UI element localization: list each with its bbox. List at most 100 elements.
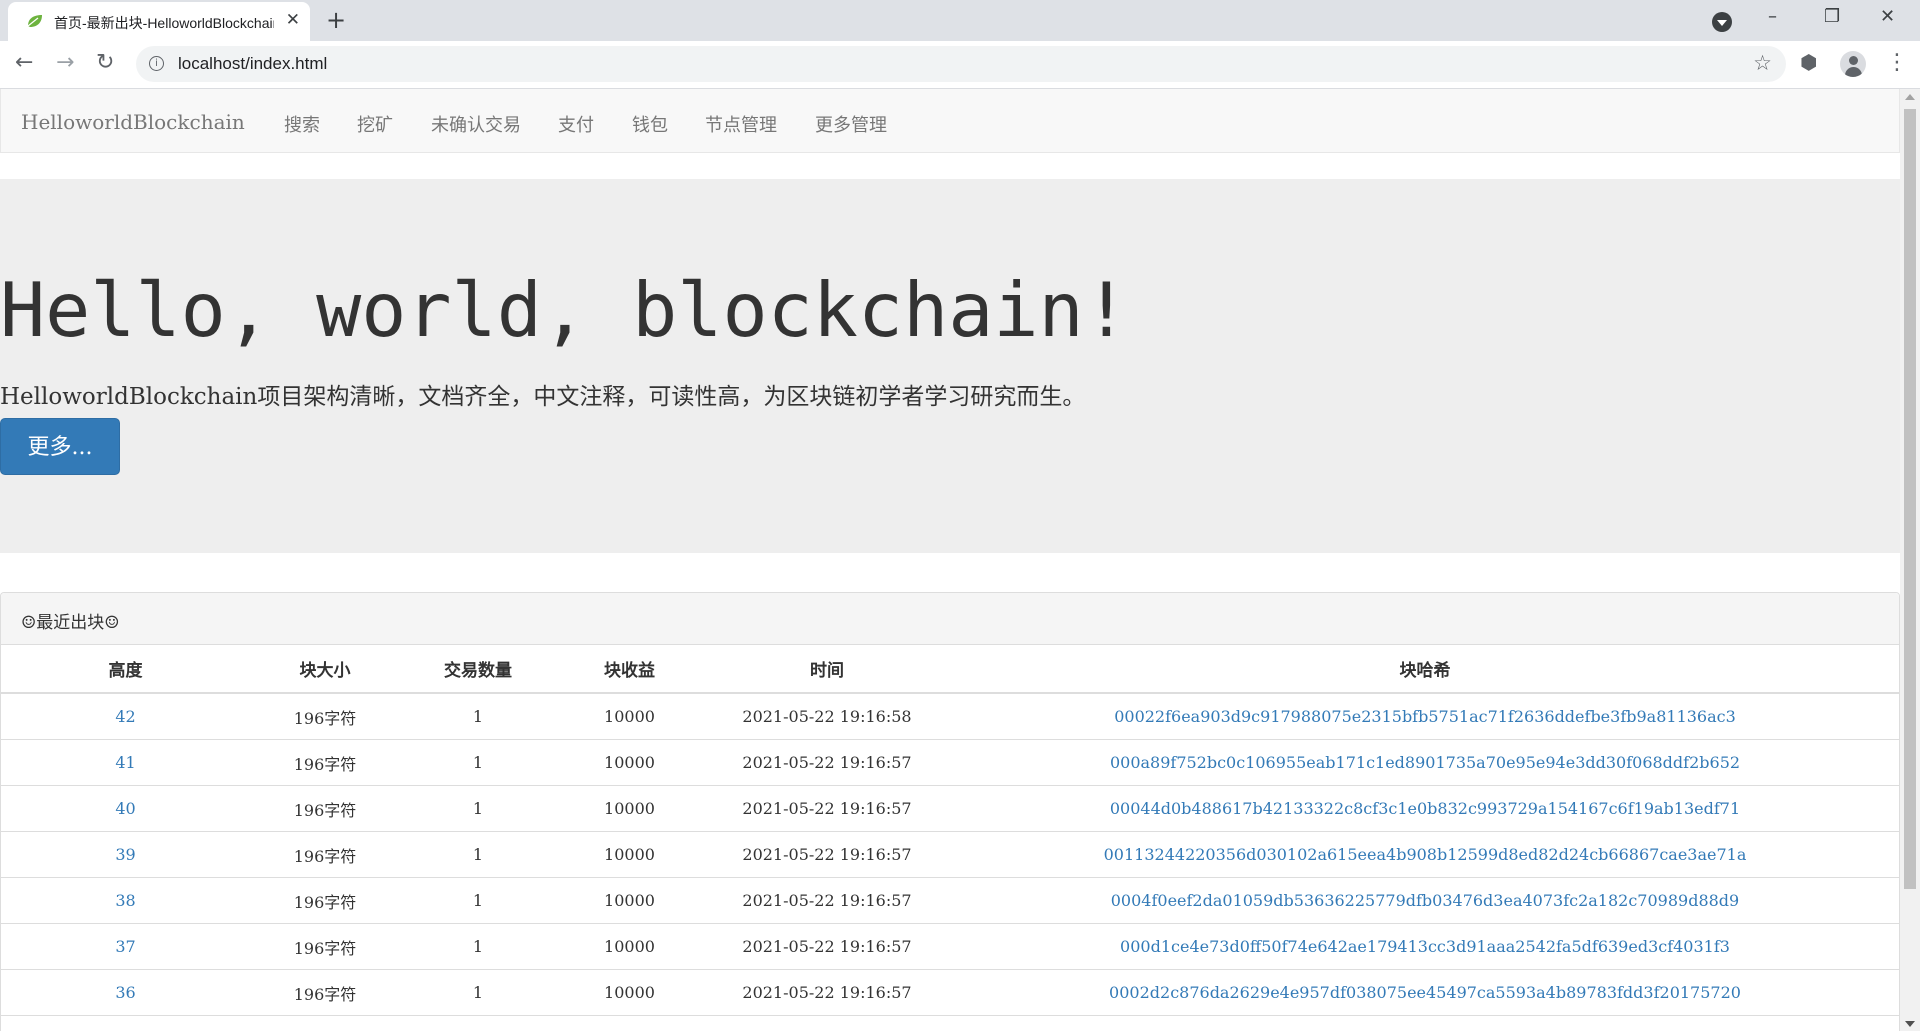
table-row: 38 196字符 1 10000 2021-05-22 19:16:57 000… xyxy=(1,877,1899,924)
bookmark-star-icon[interactable]: ☆ xyxy=(1753,51,1772,75)
block-time: 2021-05-22 19:16:57 xyxy=(703,785,951,832)
tx-count: 1 xyxy=(400,693,556,740)
block-time: 2021-05-22 19:16:57 xyxy=(703,739,951,786)
page-scrollbar[interactable] xyxy=(1900,89,1920,1031)
block-hash-link[interactable]: 0004f0eef2da01059db53636225779dfb03476d3… xyxy=(951,877,1899,924)
address-bar[interactable]: i localhost/index.html ☆ xyxy=(136,46,1786,82)
block-height-link[interactable]: 35 xyxy=(1,1015,250,1031)
navbar-brand[interactable]: HelloworldBlockchain xyxy=(21,110,245,134)
block-height-link[interactable]: 37 xyxy=(1,923,250,970)
block-time: 2021-05-22 19:16:58 xyxy=(703,693,951,740)
hero-title: Hello, world, blockchain! xyxy=(0,266,1129,354)
block-hash-link[interactable]: 00022f6ea903d9c917988075e2315bfb5751ac71… xyxy=(951,693,1899,740)
block-hash-link[interactable]: 00044d0b488617b42133322c8cf3c1e0b832c993… xyxy=(951,785,1899,832)
more-button[interactable]: 更多... xyxy=(0,418,120,475)
column-header-size[interactable]: 块大小 xyxy=(250,645,400,694)
block-size: 196字符 xyxy=(250,1015,400,1031)
column-header-time[interactable]: 时间 xyxy=(703,645,951,694)
browser-tab-strip: 首页-最新出块-HelloworldBlockchain ✕ + – ❐ ✕ xyxy=(0,0,1920,41)
nav-item-payment[interactable]: 支付 xyxy=(558,111,594,137)
block-reward: 10000 xyxy=(556,739,703,786)
block-reward: 10000 xyxy=(556,1015,703,1031)
table-row: 37 196字符 1 10000 2021-05-22 19:16:57 000… xyxy=(1,923,1899,970)
block-height-link[interactable]: 40 xyxy=(1,785,250,832)
url-text[interactable]: localhost/index.html xyxy=(178,54,327,74)
page-viewport: HelloworldBlockchain 搜索 挖矿 未确认交易 支付 钱包 节… xyxy=(0,89,1900,1031)
block-height-link[interactable]: 36 xyxy=(1,969,250,1016)
jumbotron: Hello, world, blockchain! HelloworldBloc… xyxy=(0,179,1900,553)
block-hash-link[interactable]: 0002d2c876da2629e4e957df038075ee45497ca5… xyxy=(951,969,1899,1016)
table-row: 39 196字符 1 10000 2021-05-22 19:16:57 001… xyxy=(1,831,1899,878)
spring-leaf-icon xyxy=(27,15,42,27)
browser-toolbar: ← → ↻ i localhost/index.html ☆ ⬢ ⋮ xyxy=(0,41,1920,89)
table-row: 41 196字符 1 10000 2021-05-22 19:16:57 000… xyxy=(1,739,1899,786)
block-size: 196字符 xyxy=(250,923,400,970)
extensions-icon[interactable]: ⬢ xyxy=(1800,50,1817,74)
tx-count: 1 xyxy=(400,831,556,878)
block-reward: 10000 xyxy=(556,785,703,832)
block-hash-link[interactable]: 00113244220356d030102a615eea4b908b12599d… xyxy=(951,831,1899,878)
tx-count: 1 xyxy=(400,877,556,924)
tx-count: 1 xyxy=(400,739,556,786)
block-height-link[interactable]: 41 xyxy=(1,739,250,786)
scrollbar-thumb[interactable] xyxy=(1904,109,1916,889)
table-row: 36 196字符 1 10000 2021-05-22 19:16:57 000… xyxy=(1,969,1899,1016)
block-reward: 10000 xyxy=(556,969,703,1016)
table-row: 40 196字符 1 10000 2021-05-22 19:16:57 000… xyxy=(1,785,1899,832)
restore-icon[interactable]: ❐ xyxy=(1824,6,1840,27)
nav-item-node-management[interactable]: 节点管理 xyxy=(705,111,777,137)
tx-count: 1 xyxy=(400,785,556,832)
scroll-up-arrow-icon[interactable] xyxy=(1905,94,1915,100)
block-size: 196字符 xyxy=(250,693,400,740)
column-header-reward[interactable]: 块收益 xyxy=(556,645,703,694)
hero-subtitle: HelloworldBlockchain项目架构清晰，文档齐全，中文注释，可读性… xyxy=(0,384,1086,410)
profile-avatar-icon[interactable] xyxy=(1840,51,1866,77)
block-hash-link[interactable]: 000d1ce4e73d0ff50f74e642ae179413cc3d91aa… xyxy=(951,923,1899,970)
back-icon[interactable]: ← xyxy=(15,50,33,75)
column-header-tx-count[interactable]: 交易数量 xyxy=(400,645,556,694)
block-time: 2021-05-22 19:16:57 xyxy=(703,923,951,970)
close-tab-icon[interactable]: ✕ xyxy=(286,10,300,30)
block-reward: 10000 xyxy=(556,877,703,924)
browser-tab[interactable]: 首页-最新出块-HelloworldBlockchain ✕ xyxy=(8,2,310,41)
tx-count: 1 xyxy=(400,969,556,1016)
panel-title: ☺最近出块☺ xyxy=(21,613,120,633)
new-tab-icon[interactable]: + xyxy=(326,6,346,34)
block-height-link[interactable]: 38 xyxy=(1,877,250,924)
table-row: 42 196字符 1 10000 2021-05-22 19:16:58 000… xyxy=(1,693,1899,740)
tab-search-icon[interactable] xyxy=(1712,12,1732,32)
tx-count: 1 xyxy=(400,923,556,970)
nav-item-search[interactable]: 搜索 xyxy=(284,111,320,137)
block-reward: 10000 xyxy=(556,923,703,970)
block-height-link[interactable]: 39 xyxy=(1,831,250,878)
block-time: 2021-05-22 19:16:57 xyxy=(703,1015,951,1031)
browser-menu-icon[interactable]: ⋮ xyxy=(1886,50,1908,75)
recent-blocks-panel: ☺最近出块☺ 高度 块大小 交易数量 块收益 时间 块哈希 42 196字符 1… xyxy=(0,592,1900,1031)
nav-item-unconfirmed-transactions[interactable]: 未确认交易 xyxy=(431,111,521,137)
block-hash-link[interactable] xyxy=(951,1015,1899,1031)
site-navbar: HelloworldBlockchain 搜索 挖矿 未确认交易 支付 钱包 节… xyxy=(0,89,1900,153)
tab-title: 首页-最新出块-HelloworldBlockchain xyxy=(54,15,274,31)
nav-item-mining[interactable]: 挖矿 xyxy=(357,111,393,137)
site-info-icon[interactable]: i xyxy=(149,56,164,71)
forward-icon[interactable]: → xyxy=(56,50,74,75)
block-time: 2021-05-22 19:16:57 xyxy=(703,969,951,1016)
column-header-height[interactable]: 高度 xyxy=(1,645,250,694)
table-header-row: 高度 块大小 交易数量 块收益 时间 块哈希 xyxy=(1,645,1899,694)
block-size: 196字符 xyxy=(250,739,400,786)
table-row: 35 196字符 1 10000 2021-05-22 19:16:57 xyxy=(1,1015,1899,1031)
nav-item-more-management[interactable]: 更多管理 xyxy=(815,111,887,137)
minimize-icon[interactable]: – xyxy=(1768,6,1777,27)
close-window-icon[interactable]: ✕ xyxy=(1880,6,1895,27)
block-height-link[interactable]: 42 xyxy=(1,693,250,740)
tx-count: 1 xyxy=(400,1015,556,1031)
panel-heading: ☺最近出块☺ xyxy=(1,593,1899,645)
nav-item-wallet[interactable]: 钱包 xyxy=(632,111,668,137)
scroll-down-arrow-icon[interactable] xyxy=(1905,1021,1915,1027)
column-header-hash[interactable]: 块哈希 xyxy=(951,645,1899,694)
reload-icon[interactable]: ↻ xyxy=(96,50,114,75)
block-hash-link[interactable]: 000a89f752bc0c106955eab171c1ed8901735a70… xyxy=(951,739,1899,786)
block-reward: 10000 xyxy=(556,831,703,878)
block-size: 196字符 xyxy=(250,785,400,832)
block-time: 2021-05-22 19:16:57 xyxy=(703,831,951,878)
